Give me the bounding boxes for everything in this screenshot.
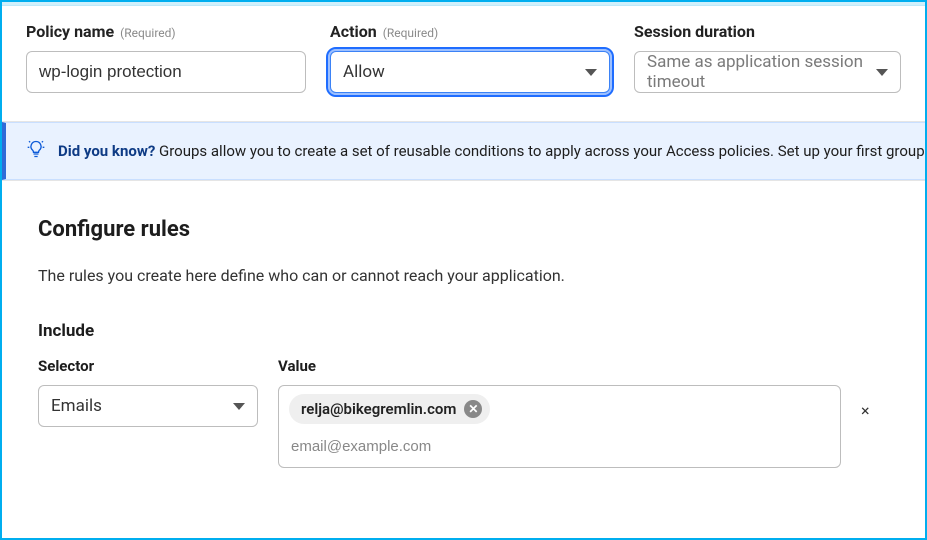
session-duration-select[interactable]: Same as application session timeout: [634, 51, 901, 93]
action-select-value: Allow: [343, 62, 385, 82]
selector-select[interactable]: Emails: [38, 385, 258, 427]
policy-name-field: Policy name (Required): [26, 22, 306, 93]
session-duration-placeholder: Same as application session timeout: [647, 52, 876, 92]
configure-rules-description: The rules you create here define who can…: [38, 266, 889, 285]
policy-form-row: Policy name (Required) Action (Required)…: [2, 6, 925, 122]
selector-header: Selector: [38, 357, 258, 375]
configure-rules-section: Configure rules The rules you create her…: [2, 180, 925, 488]
info-banner: Did you know? Groups allow you to create…: [2, 122, 925, 180]
remove-chip-icon[interactable]: ✕: [464, 400, 482, 418]
info-banner-body: Groups allow you to create a set of reus…: [159, 142, 925, 160]
policy-name-input[interactable]: [26, 51, 306, 93]
value-header: Value: [278, 357, 841, 375]
chevron-down-icon: [585, 69, 597, 76]
action-select[interactable]: Allow: [330, 51, 610, 93]
remove-rule-button[interactable]: ×: [861, 401, 870, 420]
chevron-down-icon: [233, 403, 245, 410]
value-tagbox[interactable]: relja@bikegremlin.com ✕: [278, 385, 841, 468]
required-indicator: (Required): [120, 26, 175, 40]
include-heading: Include: [38, 321, 889, 341]
action-label: Action: [330, 22, 377, 41]
configure-rules-heading: Configure rules: [38, 217, 889, 242]
session-duration-label: Session duration: [634, 22, 755, 41]
policy-name-label: Policy name: [26, 22, 114, 41]
selector-select-value: Emails: [51, 396, 102, 416]
info-banner-lead: Did you know?: [58, 142, 155, 160]
email-chip: relja@bikegremlin.com ✕: [289, 394, 490, 424]
email-chip-label: relja@bikegremlin.com: [301, 400, 456, 418]
session-duration-field: Session duration Same as application ses…: [634, 22, 901, 93]
include-rule-row: Selector Emails Value relja@bikegremlin.…: [38, 357, 889, 468]
chevron-down-icon: [876, 69, 888, 76]
value-input[interactable]: [289, 434, 830, 459]
action-field: Action (Required) Allow: [330, 22, 610, 93]
lightbulb-icon: [26, 139, 46, 163]
required-indicator: (Required): [383, 26, 438, 40]
